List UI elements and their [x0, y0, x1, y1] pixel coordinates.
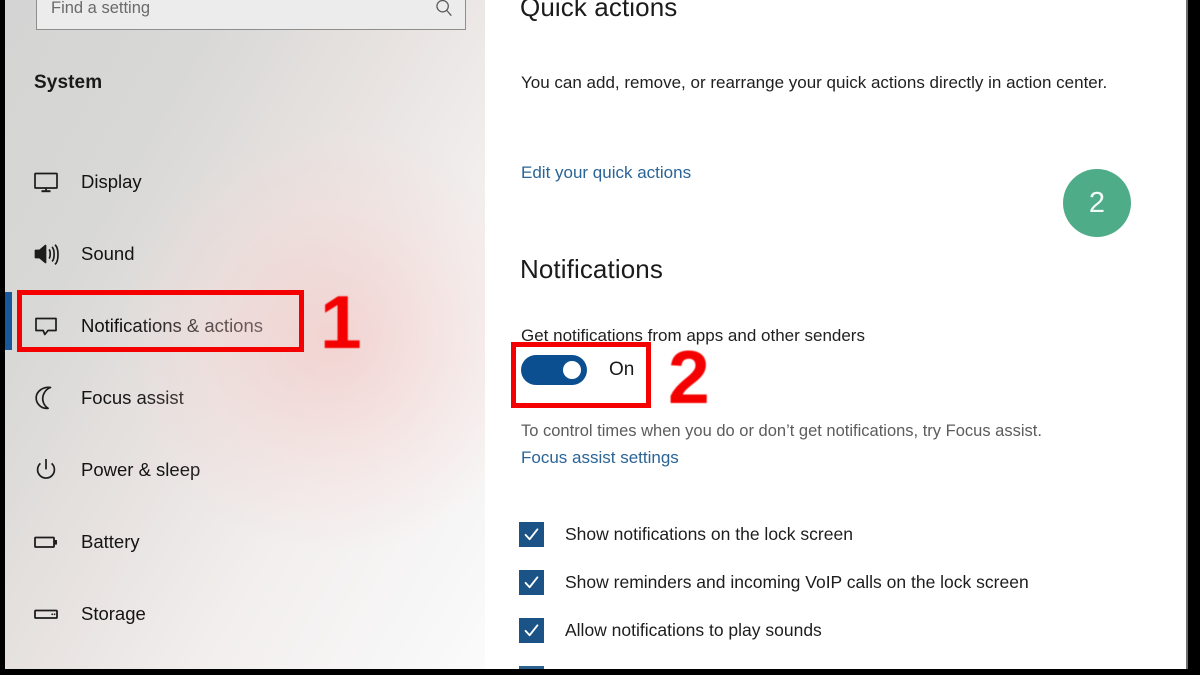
sidebar-item-sound[interactable]: Sound: [5, 218, 485, 290]
settings-window: System Display: [0, 0, 1200, 675]
notifications-heading: Notifications: [520, 254, 663, 285]
sidebar-item-focus-assist[interactable]: Focus assist: [5, 362, 485, 434]
annotation-badge-2: 2: [1063, 169, 1131, 237]
search-input[interactable]: [51, 0, 433, 18]
toggle-knob: [563, 361, 581, 379]
storage-icon: [31, 599, 61, 629]
speaker-icon: [31, 239, 61, 269]
checkbox-row[interactable]: Show reminders and incoming VoIP calls o…: [519, 558, 1188, 606]
checkbox-label: Show notifications on the lock screen: [565, 524, 853, 545]
sidebar-item-power-and-sleep[interactable]: Power & sleep: [5, 434, 485, 506]
get-notifications-label: Get notifications from apps and other se…: [521, 321, 1181, 350]
edit-quick-actions-link[interactable]: Edit your quick actions: [521, 163, 691, 183]
sidebar-nav-list: Display Sound: [5, 146, 485, 650]
sidebar-item-storage[interactable]: Storage: [5, 578, 485, 650]
checkbox-label: Show reminders and incoming VoIP calls o…: [565, 572, 1029, 593]
focus-assist-settings-link[interactable]: Focus assist settings: [521, 448, 679, 468]
checkbox-row[interactable]: Show notifications on the lock screen: [519, 510, 1188, 558]
frame-edge-right: [1188, 0, 1200, 675]
annotation-number-step-2: 2: [668, 340, 710, 415]
notification-options-list: Show notifications on the lock screen Sh…: [519, 510, 1188, 669]
moon-icon: [31, 383, 61, 413]
quick-actions-heading: Quick actions: [520, 0, 677, 23]
sidebar-item-notifications-and-actions[interactable]: Notifications & actions: [5, 290, 485, 362]
get-notifications-toggle-row[interactable]: On: [521, 355, 634, 385]
monitor-icon: [31, 167, 61, 197]
quick-actions-description: You can add, remove, or rearrange your q…: [521, 68, 1181, 97]
sidebar-selection-indicator: [5, 292, 12, 350]
search-field-container[interactable]: [36, 0, 466, 30]
annotation-badge-label: 2: [1089, 187, 1105, 220]
checkbox-row[interactable]: Allow notifications to play sounds: [519, 606, 1188, 654]
checkbox-checked-icon[interactable]: [519, 570, 544, 595]
sidebar-item-label: Notifications & actions: [81, 315, 263, 337]
frame-edge-right-inner: [1186, 0, 1188, 675]
power-icon: [31, 455, 61, 485]
settings-content-pane: Quick actions You can add, remove, or re…: [485, 0, 1188, 669]
checkbox-label: Allow notifications to play sounds: [565, 620, 822, 641]
sidebar-item-label: Storage: [81, 603, 146, 625]
battery-icon: [31, 527, 61, 557]
frame-edge-bottom: [0, 669, 1200, 675]
focus-assist-caption: To control times when you do or don’t ge…: [521, 422, 1186, 441]
sidebar-section-title: System: [34, 72, 102, 94]
sidebar-item-label: Battery: [81, 531, 140, 553]
checkbox-checked-icon[interactable]: [519, 618, 544, 643]
chat-bubble-icon: [31, 311, 61, 341]
annotation-number-step-1: 1: [320, 285, 362, 360]
search-icon: [433, 0, 455, 19]
sidebar-item-label: Sound: [81, 243, 135, 265]
frame-edge-left: [0, 0, 5, 675]
sidebar-item-display[interactable]: Display: [5, 146, 485, 218]
sidebar-item-label: Display: [81, 171, 142, 193]
notifications-toggle-switch[interactable]: [521, 355, 587, 385]
settings-sidebar: System Display: [5, 0, 485, 669]
sidebar-item-label: Focus assist: [81, 387, 184, 409]
toggle-state-label: On: [609, 359, 634, 381]
checkbox-checked-icon[interactable]: [519, 522, 544, 547]
checkbox-row[interactable]: Show me the Windows welcome experience a…: [519, 654, 1188, 669]
sidebar-item-label: Power & sleep: [81, 459, 200, 481]
sidebar-item-battery[interactable]: Battery: [5, 506, 485, 578]
